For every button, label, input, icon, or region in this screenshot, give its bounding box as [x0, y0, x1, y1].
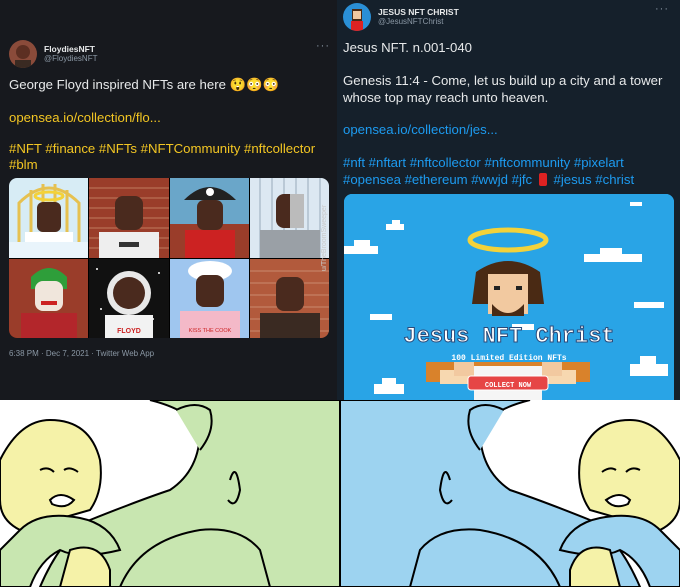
hashtags[interactable]: #nft #nftart #nftcollector #nftcommunity…	[343, 154, 624, 171]
fire-extinguisher-icon	[538, 173, 547, 186]
nft-tile-plain[interactable]	[249, 258, 329, 338]
more-horizontal-icon[interactable]: ···	[316, 40, 330, 52]
hashtags-line2: #opensea #ethereum #wwjd #jfc #jesus #ch…	[343, 171, 634, 188]
display-name[interactable]: FloydiesNFT	[44, 44, 97, 55]
nft-tile-joker[interactable]	[9, 258, 89, 338]
tweet-header: JESUS NFT CHRIST @JesusNFTChrist	[343, 3, 459, 31]
tweet-floydies: FloydiesNFT @FloydiesNFT ··· George Floy…	[0, 0, 337, 400]
collect-now-button[interactable]: COLLECT NOW	[485, 382, 532, 390]
nft-tile-chef[interactable]: KISS THE COOK	[169, 258, 249, 338]
display-name[interactable]: JESUS NFT CHRIST	[378, 7, 459, 18]
tweet-header: FloydiesNFT @FloydiesNFT	[9, 40, 97, 68]
nft-tile-astronaut[interactable]: FLOYD	[89, 258, 169, 338]
avatar[interactable]	[343, 3, 371, 31]
hashtags[interactable]: #NFT #finance #NFTs #NFTCommunity #nftco…	[9, 140, 315, 157]
nft-tile-angel[interactable]	[9, 178, 89, 258]
meme-panel-right	[340, 400, 680, 587]
tweet-body-line1: Genesis 11:4 - Come, let us build up a c…	[343, 73, 663, 88]
hashtag-blm[interactable]: #blm	[9, 156, 38, 173]
watermark: u/TheBroomSweeper	[321, 204, 328, 271]
nft-tile-shirt[interactable]	[89, 178, 169, 258]
more-horizontal-icon[interactable]: ···	[655, 3, 669, 15]
user-handle[interactable]: @JesusNFTChrist	[378, 17, 459, 26]
tweet-text: George Floyd inspired NFTs are here 😲😳😳	[9, 77, 279, 92]
tweet-body-line2: whose top may reach unto heaven.	[343, 90, 549, 105]
tweet-title: Jesus NFT. n.001-040	[343, 40, 473, 55]
jesus-nft-artwork[interactable]: COLLECT NOW Jesus NFT Christ 100 Limited…	[344, 194, 674, 400]
tweet-link[interactable]: opensea.io/collection/flo...	[9, 109, 161, 126]
meme-panel-left	[0, 400, 340, 587]
apron-text: KISS THE COOK	[188, 328, 231, 334]
art-subtitle: 100 Limited Edition NFTs	[451, 354, 566, 363]
nft-tile-pirate[interactable]	[169, 178, 249, 258]
avatar[interactable]	[9, 40, 37, 68]
art-title: Jesus NFT Christ	[403, 324, 614, 349]
hashtags-a[interactable]: #opensea #ethereum #wwjd #jfc	[343, 172, 532, 187]
tweet-link[interactable]: opensea.io/collection/jes...	[343, 121, 498, 138]
user-handle[interactable]: @FloydiesNFT	[44, 54, 97, 63]
nft-image-grid[interactable]: FLOYD KISS THE COOK	[9, 178, 329, 338]
hashtags-b[interactable]: #jesus #christ	[553, 172, 634, 187]
floyd-shirt-text: FLOYD	[117, 328, 141, 335]
tweet-timestamp[interactable]: 6:38 PM · Dec 7, 2021 · Twitter Web App	[9, 349, 154, 358]
nft-tile-cyborg[interactable]	[249, 178, 329, 258]
